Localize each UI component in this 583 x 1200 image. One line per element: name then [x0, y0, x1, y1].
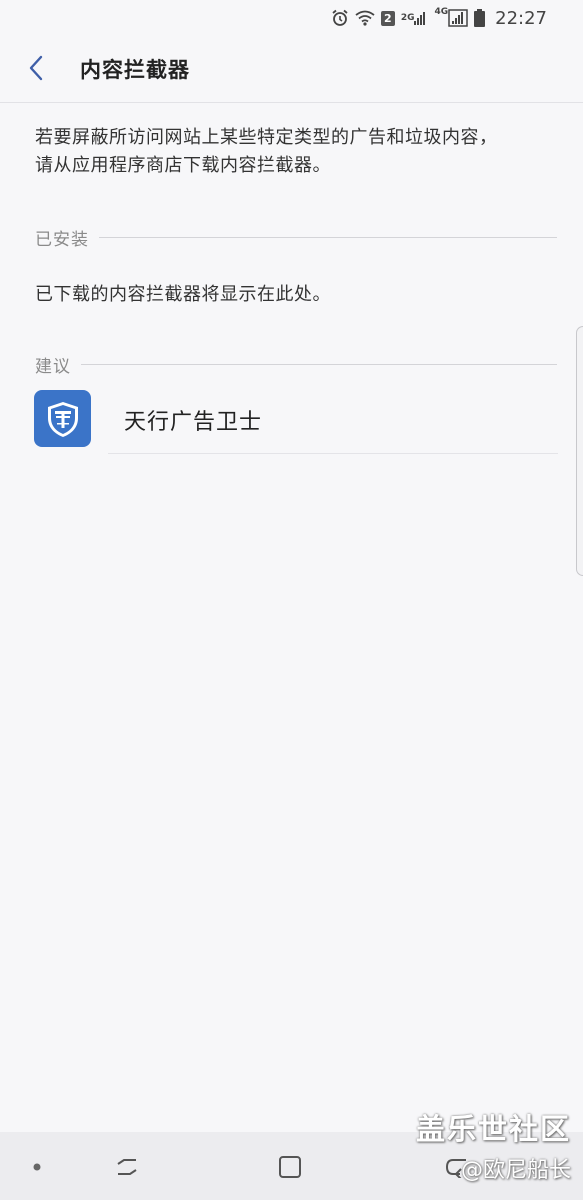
description-line-1: 若要屏蔽所访问网站上某些特定类型的广告和垃圾内容，	[35, 127, 498, 148]
navigation-bar	[0, 1132, 583, 1200]
installed-header-label: 已安装	[35, 230, 89, 250]
section-divider	[81, 364, 557, 365]
description-line-2: 请从应用程序商店下载内容拦截器。	[35, 155, 331, 176]
back-button[interactable]	[18, 50, 54, 86]
signal-4g-icon: 4G	[434, 6, 468, 27]
dot-icon	[33, 1163, 41, 1171]
nav-dot-button[interactable]	[22, 1152, 52, 1182]
installed-section-header: 已安装	[35, 225, 557, 250]
network-2g-label: 2G	[400, 12, 415, 23]
chevron-left-icon	[29, 55, 43, 81]
edge-panel-handle[interactable]	[576, 326, 583, 576]
network-4g-label: 4G	[434, 6, 449, 17]
status-bar: 2 2G 4G 22:27	[0, 0, 583, 36]
back-nav-button[interactable]	[440, 1152, 474, 1182]
shield-app-icon	[34, 390, 91, 447]
installed-empty-text: 已下载的内容拦截器将显示在此处。	[35, 284, 331, 305]
home-icon	[279, 1156, 301, 1178]
sim2-icon: 2	[380, 10, 395, 26]
suggestions-header-label: 建议	[35, 357, 71, 377]
home-button[interactable]	[273, 1152, 307, 1182]
status-icons: 2 2G 4G 22:27	[331, 6, 547, 30]
suggestions-section-header: 建议	[35, 352, 557, 377]
page-title: 内容拦截器	[80, 58, 190, 82]
app-bar: 内容拦截器	[0, 36, 583, 103]
alarm-icon	[331, 9, 349, 27]
wifi-icon	[355, 10, 375, 26]
suggestion-item[interactable]: 天行广告卫士	[34, 388, 558, 454]
suggestion-app-name: 天行广告卫士	[124, 410, 263, 435]
signal-2g-icon: 2G	[401, 11, 429, 25]
description-text: 若要屏蔽所访问网站上某些特定类型的广告和垃圾内容， 请从应用程序商店下载内容拦截…	[35, 124, 555, 180]
screen: 2 2G 4G 22:27 内容拦截器 若要屏蔽所访问网站上某些特定类型的广告和…	[0, 0, 583, 1200]
battery-icon	[474, 9, 486, 27]
recents-icon	[117, 1159, 137, 1175]
recents-button[interactable]	[110, 1152, 144, 1182]
status-time: 22:27	[495, 7, 547, 29]
back-icon	[445, 1159, 466, 1178]
section-divider	[99, 237, 557, 238]
item-divider	[108, 453, 558, 454]
